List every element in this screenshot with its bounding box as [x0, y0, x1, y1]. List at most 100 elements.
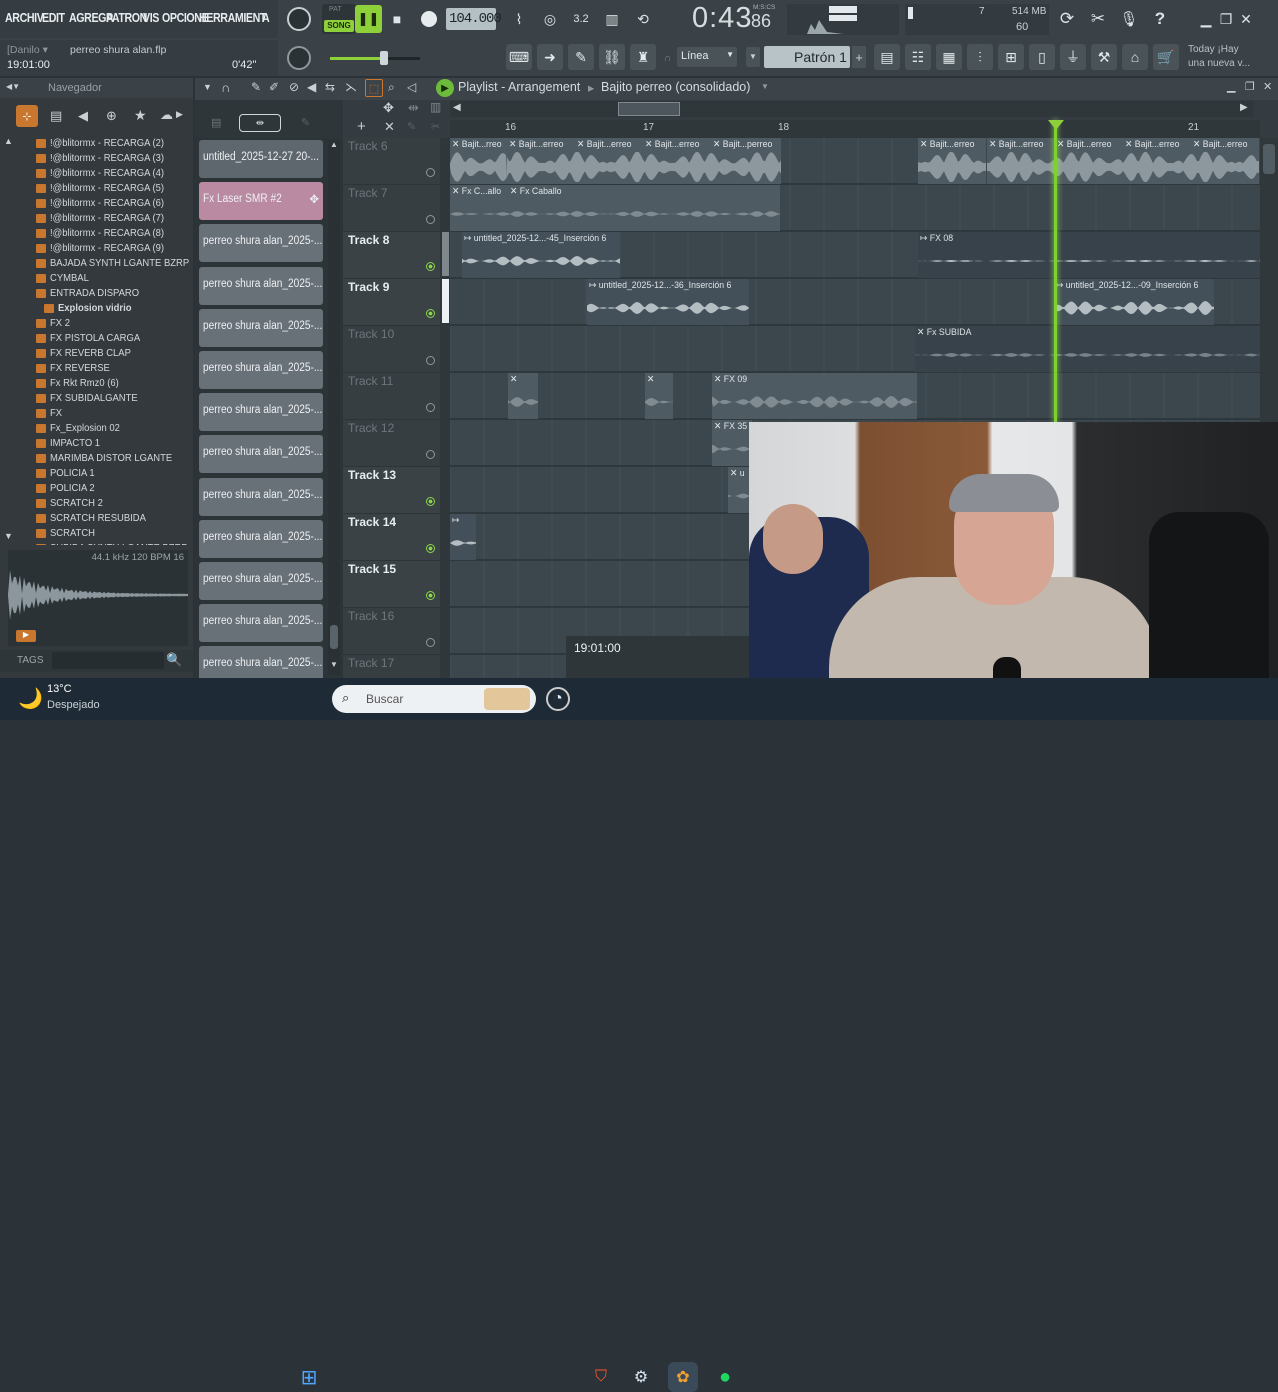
search-box[interactable]: ⌕ Buscar [332, 685, 536, 713]
pencil-icon[interactable]: ✎ [301, 116, 310, 129]
track-mute-led[interactable] [426, 497, 435, 506]
edit-icon[interactable]: ✎ [407, 120, 416, 133]
menu-help[interactable]: A [262, 10, 270, 25]
playlist-clip[interactable]: ✕ FX 09 [712, 373, 917, 419]
browser-item[interactable]: IMPACTO 1 [50, 437, 100, 449]
help-button[interactable]: ? [1147, 6, 1173, 32]
step-edit-button[interactable]: ▥ [599, 6, 625, 32]
scroll-right-icon[interactable]: ▶ [1240, 102, 1248, 113]
browser-item[interactable]: !@blitormx - RECARGA (7) [50, 212, 164, 224]
fl-studio-icon[interactable]: ✿ [668, 1362, 698, 1392]
move-icon[interactable]: ✥ [309, 192, 319, 206]
link-button[interactable]: ⛓ [599, 44, 625, 70]
playlist-clip[interactable]: ↦ untitled_2025-12...-09_Inserción 6 [1054, 279, 1214, 325]
scroll-thumb[interactable] [330, 625, 338, 649]
restore-button[interactable]: ❐ [1216, 6, 1236, 32]
browser-item[interactable]: !@blitormx - RECARGA (4) [50, 167, 164, 179]
browser-item[interactable]: FX 2 [50, 317, 70, 329]
browser-item[interactable]: SCRATCH 2 [50, 497, 103, 509]
browser-item[interactable]: MARIMBA DISTOR LGANTE [50, 452, 172, 464]
track-header[interactable]: Track 12 [343, 420, 440, 467]
browser-button[interactable]: ⊞ [998, 44, 1024, 70]
playlist-clip[interactable]: ↦ untitled_2025-12...-36_Inserción 6 [587, 279, 749, 325]
project-button[interactable]: ▯ [1029, 44, 1055, 70]
cut-icon[interactable]: ✂ [431, 120, 440, 133]
arrow-right-icon[interactable]: ▶ [176, 109, 183, 120]
menu-view[interactable]: VIS [143, 10, 159, 25]
menu-edit[interactable]: EDIT [42, 10, 65, 25]
menu-arrow-icon[interactable]: ◀▼ [6, 82, 20, 91]
playlist-clip[interactable]: ✕ [508, 373, 538, 419]
playlist-clip[interactable]: ✕ Fx C...allo [450, 185, 508, 231]
browser-item[interactable]: FX SUBIDALGANTE [50, 392, 138, 404]
snap-select[interactable]: Línea ▼ [677, 47, 737, 67]
track-header[interactable]: Track 10 [343, 326, 440, 373]
playlist-clip[interactable]: ✕ Bajit...erreo [1191, 138, 1259, 184]
piano-roll-view-button[interactable]: ▦ [936, 44, 962, 70]
plugin-button[interactable]: ⏚ [1060, 44, 1086, 70]
browser-item[interactable]: BAJADA SYNTH LGANTE BZRP [50, 257, 189, 269]
record-button[interactable] [415, 5, 443, 33]
pattern-item[interactable]: perreo shura alan_2025-... [199, 393, 323, 432]
browser-item[interactable]: FX PISTOLA CARGA [50, 332, 140, 344]
globe-icon[interactable]: ⊕ [106, 108, 117, 124]
pattern-item[interactable]: untitled_2025-12-27 20-... [199, 140, 323, 178]
close-icon[interactable]: ✕ [1263, 80, 1272, 93]
spotify-icon[interactable]: ● [710, 1362, 740, 1392]
track-mute-led[interactable] [426, 168, 435, 177]
browser-item[interactable]: Fx Rkt Rmz0 (6) [50, 377, 119, 389]
track-mute-led[interactable] [426, 309, 435, 318]
loop-record-button[interactable]: ⟲ [630, 6, 656, 32]
pattern-selector[interactable]: Patrón 1 [764, 46, 850, 68]
song-time-display[interactable]: 0:43 [692, 2, 752, 35]
browser-item[interactable]: !@blitormx - RECARGA (9) [50, 242, 164, 254]
playlist-clip[interactable]: ✕ Bajit...perreo [711, 138, 781, 184]
restore-icon[interactable]: ❐ [1245, 80, 1255, 93]
tempo-display[interactable]: 104.000 [446, 8, 502, 30]
track-mute-led[interactable] [426, 591, 435, 600]
playlist-clip[interactable]: ↦ [450, 514, 476, 560]
master-volume-slider[interactable] [330, 51, 420, 65]
playhead-marker-icon[interactable] [1048, 120, 1064, 130]
speaker-icon[interactable]: ◀ [78, 108, 88, 124]
browser-scrollbar[interactable]: ▲ ▼ [4, 136, 13, 541]
select-tool-icon[interactable]: ⬚ [365, 79, 383, 97]
bar-ruler[interactable]: 16 17 18 21 [450, 120, 1260, 138]
pattern-item[interactable]: perreo shura alan_2025-... [199, 604, 323, 643]
playlist-clip[interactable]: ✕ Bajit...erreo [643, 138, 711, 184]
track-mute-led[interactable] [426, 403, 435, 412]
playlist-clip[interactable]: ✕ Bajit...erreo [987, 138, 1055, 184]
pattern-item[interactable]: perreo shura alan_2025-... [199, 308, 323, 347]
overview-window[interactable] [618, 102, 680, 116]
browser-item[interactable]: !@blitormx - RECARGA (8) [50, 227, 164, 239]
delete-icon[interactable]: ⊘ [289, 80, 299, 94]
pattern-item[interactable]: perreo shura alan_2025-... [199, 519, 323, 558]
track-mute-led[interactable] [426, 262, 435, 271]
track-header[interactable]: Track 8 [343, 232, 440, 279]
grid-scroll-thumb[interactable] [1263, 144, 1275, 174]
playlist-subtitle[interactable]: Bajito perreo (consolidado) [601, 80, 750, 94]
browser-item[interactable]: !@blitormx - RECARGA (3) [50, 152, 164, 164]
menu-tools[interactable]: HERRAMIENT [199, 10, 266, 25]
tools-button[interactable]: ⚒ [1091, 44, 1117, 70]
pattern-item[interactable]: perreo shura alan_2025-... [199, 562, 323, 600]
slip-icon[interactable]: ⇆ [325, 80, 335, 94]
browser-item[interactable]: SUBIDA SYNTH LGANTE BZRP [50, 542, 188, 545]
playback-icon[interactable]: ◁ [407, 80, 416, 94]
minimize-button[interactable]: ▁ [1196, 6, 1216, 32]
move-icon[interactable]: ✥ [383, 100, 394, 116]
pattern-scrollbar[interactable]: ▲ ▼ [328, 140, 340, 675]
cloud-icon[interactable]: ☁ [160, 107, 173, 123]
scroll-down-icon[interactable]: ▼ [330, 660, 338, 669]
stamp-button[interactable]: ♜ [630, 44, 656, 70]
playlist-view-button[interactable]: ▤ [874, 44, 900, 70]
playhead[interactable] [1054, 120, 1057, 422]
playlist-clip[interactable]: ✕ Fx SUBIDA [915, 326, 1260, 372]
playlist-clip[interactable]: ✕ Bajit...rreo [450, 138, 507, 184]
browser-item[interactable]: Fx_Explosion 02 [50, 422, 120, 434]
wait-input-button[interactable]: ◎ [537, 6, 563, 32]
browser-item[interactable]: POLICIA 1 [50, 467, 95, 479]
browser-item[interactable]: SCRATCH [50, 527, 95, 539]
master-volume-knob[interactable] [287, 7, 311, 31]
scroll-up-icon[interactable]: ▲ [4, 136, 13, 146]
